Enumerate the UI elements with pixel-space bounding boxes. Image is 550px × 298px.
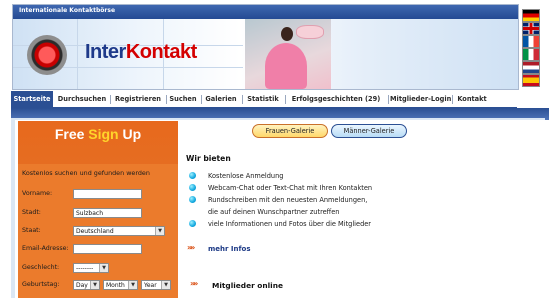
vorname-label: Vorname: (22, 190, 53, 197)
maenner-galerie-button[interactable]: Männer-Galerie (331, 124, 407, 138)
feature-item: Rundschreiben mit den neuesten Anmeldung… (208, 196, 368, 204)
nav-statistik[interactable]: Statistik (244, 91, 282, 107)
nav-mitglieder-login[interactable]: Mitglieder-Login (390, 91, 451, 107)
nav-erfolgsgeschichten[interactable]: Erfolgsgeschichten (29) (287, 91, 385, 107)
header-photo-flowers (296, 25, 324, 39)
nav-startseite[interactable]: Startseite (11, 91, 53, 107)
nav-durchsuchen[interactable]: Durchsuchen (56, 91, 108, 107)
logo-text-kontakt: Kontakt (125, 41, 197, 63)
site-logo[interactable]: InterKontakt (85, 41, 197, 64)
bullet-icon (189, 220, 196, 227)
email-field[interactable] (73, 244, 142, 254)
frauen-galerie-button[interactable]: Frauen-Galerie (252, 124, 328, 138)
birthday-month-select[interactable]: Month ▼ (103, 280, 138, 290)
stadt-field[interactable]: Sulzbach (73, 208, 142, 218)
chevron-down-icon: ▼ (90, 281, 99, 289)
double-chevron-right-icon: »» (190, 279, 198, 288)
header-grid-line (77, 19, 78, 89)
vorname-field[interactable] (73, 189, 142, 199)
staat-value: Deutschland (76, 228, 114, 235)
double-chevron-right-icon: »» (187, 243, 195, 252)
birthday-day-select[interactable]: Day ▼ (73, 280, 100, 290)
nav-separator (242, 95, 243, 104)
signup-heading: Kostenlos suchen und gefunden werden (22, 169, 150, 177)
chevron-down-icon: ▼ (99, 264, 108, 272)
spanish-flag-icon[interactable] (522, 74, 540, 87)
signup-title-free: Free (54, 126, 85, 142)
italian-flag-icon[interactable] (522, 48, 540, 61)
nav-separator (201, 95, 202, 104)
members-online-heading: Mitglieder online (212, 281, 283, 290)
signup-title-up: Up (122, 126, 142, 142)
birthday-year-select[interactable]: Year ▼ (141, 280, 171, 290)
nav-separator (388, 95, 389, 104)
bullet-icon (189, 184, 196, 191)
nav-galerien[interactable]: Galerien (203, 91, 239, 107)
feature-item: Kostenlose Anmeldung (208, 172, 284, 180)
nav-suchen[interactable]: Suchen (168, 91, 198, 107)
logo-text-inter: Inter (85, 41, 126, 63)
site-name: Internationale Kontaktbörse (19, 7, 116, 14)
nav-kontakt[interactable]: Kontakt (454, 91, 490, 107)
signup-title-sign: Sign (88, 126, 119, 142)
site-header: Internationale Kontaktbörse InterKontakt (12, 4, 519, 90)
nav-registrieren[interactable]: Registrieren (112, 91, 164, 107)
dutch-flag-icon[interactable] (522, 61, 540, 74)
birthday-year-value: Year (144, 282, 157, 289)
wir-bieten-title: Wir bieten (186, 154, 231, 163)
geschlecht-value: -------- (76, 265, 94, 272)
signup-title: Free Sign Up (18, 126, 178, 142)
nav-separator (110, 95, 111, 104)
staat-label: Staat: (22, 227, 41, 234)
header-photo-head (281, 27, 293, 41)
nav-separator (285, 95, 286, 104)
bullet-icon (189, 196, 196, 203)
birthday-day-value: Day (76, 282, 88, 289)
nav-separator (452, 95, 453, 104)
feature-item: Webcam-Chat oder Text-Chat mit Ihren Kon… (208, 184, 373, 192)
email-label: Email-Adresse: (22, 245, 69, 252)
geschlecht-select[interactable]: -------- ▼ (73, 263, 109, 273)
german-flag-icon[interactable] (522, 9, 540, 22)
stadt-label: Stadt: (22, 209, 41, 216)
mehr-infos-link[interactable]: mehr Infos (208, 245, 251, 253)
birthday-month-value: Month (106, 282, 125, 289)
geschlecht-label: Geschlecht: (22, 264, 60, 271)
chevron-down-icon: ▼ (155, 227, 164, 235)
nav-separator (166, 95, 167, 104)
chevron-down-icon: ▼ (161, 281, 170, 289)
feature-item: viele Informationen und Fotos über die M… (208, 220, 372, 228)
logo-icon (27, 35, 67, 75)
english-flag-icon[interactable] (522, 22, 540, 35)
bullet-icon (189, 172, 196, 179)
header-photo-figure (265, 43, 307, 89)
geburtstag-label: Geburtstag: (22, 281, 60, 288)
staat-select[interactable]: Deutschland ▼ (73, 226, 165, 236)
chevron-down-icon: ▼ (128, 281, 137, 289)
french-flag-icon[interactable] (522, 35, 540, 48)
feature-item: die auf deinen Wunschpartner zutreffen (208, 208, 340, 216)
